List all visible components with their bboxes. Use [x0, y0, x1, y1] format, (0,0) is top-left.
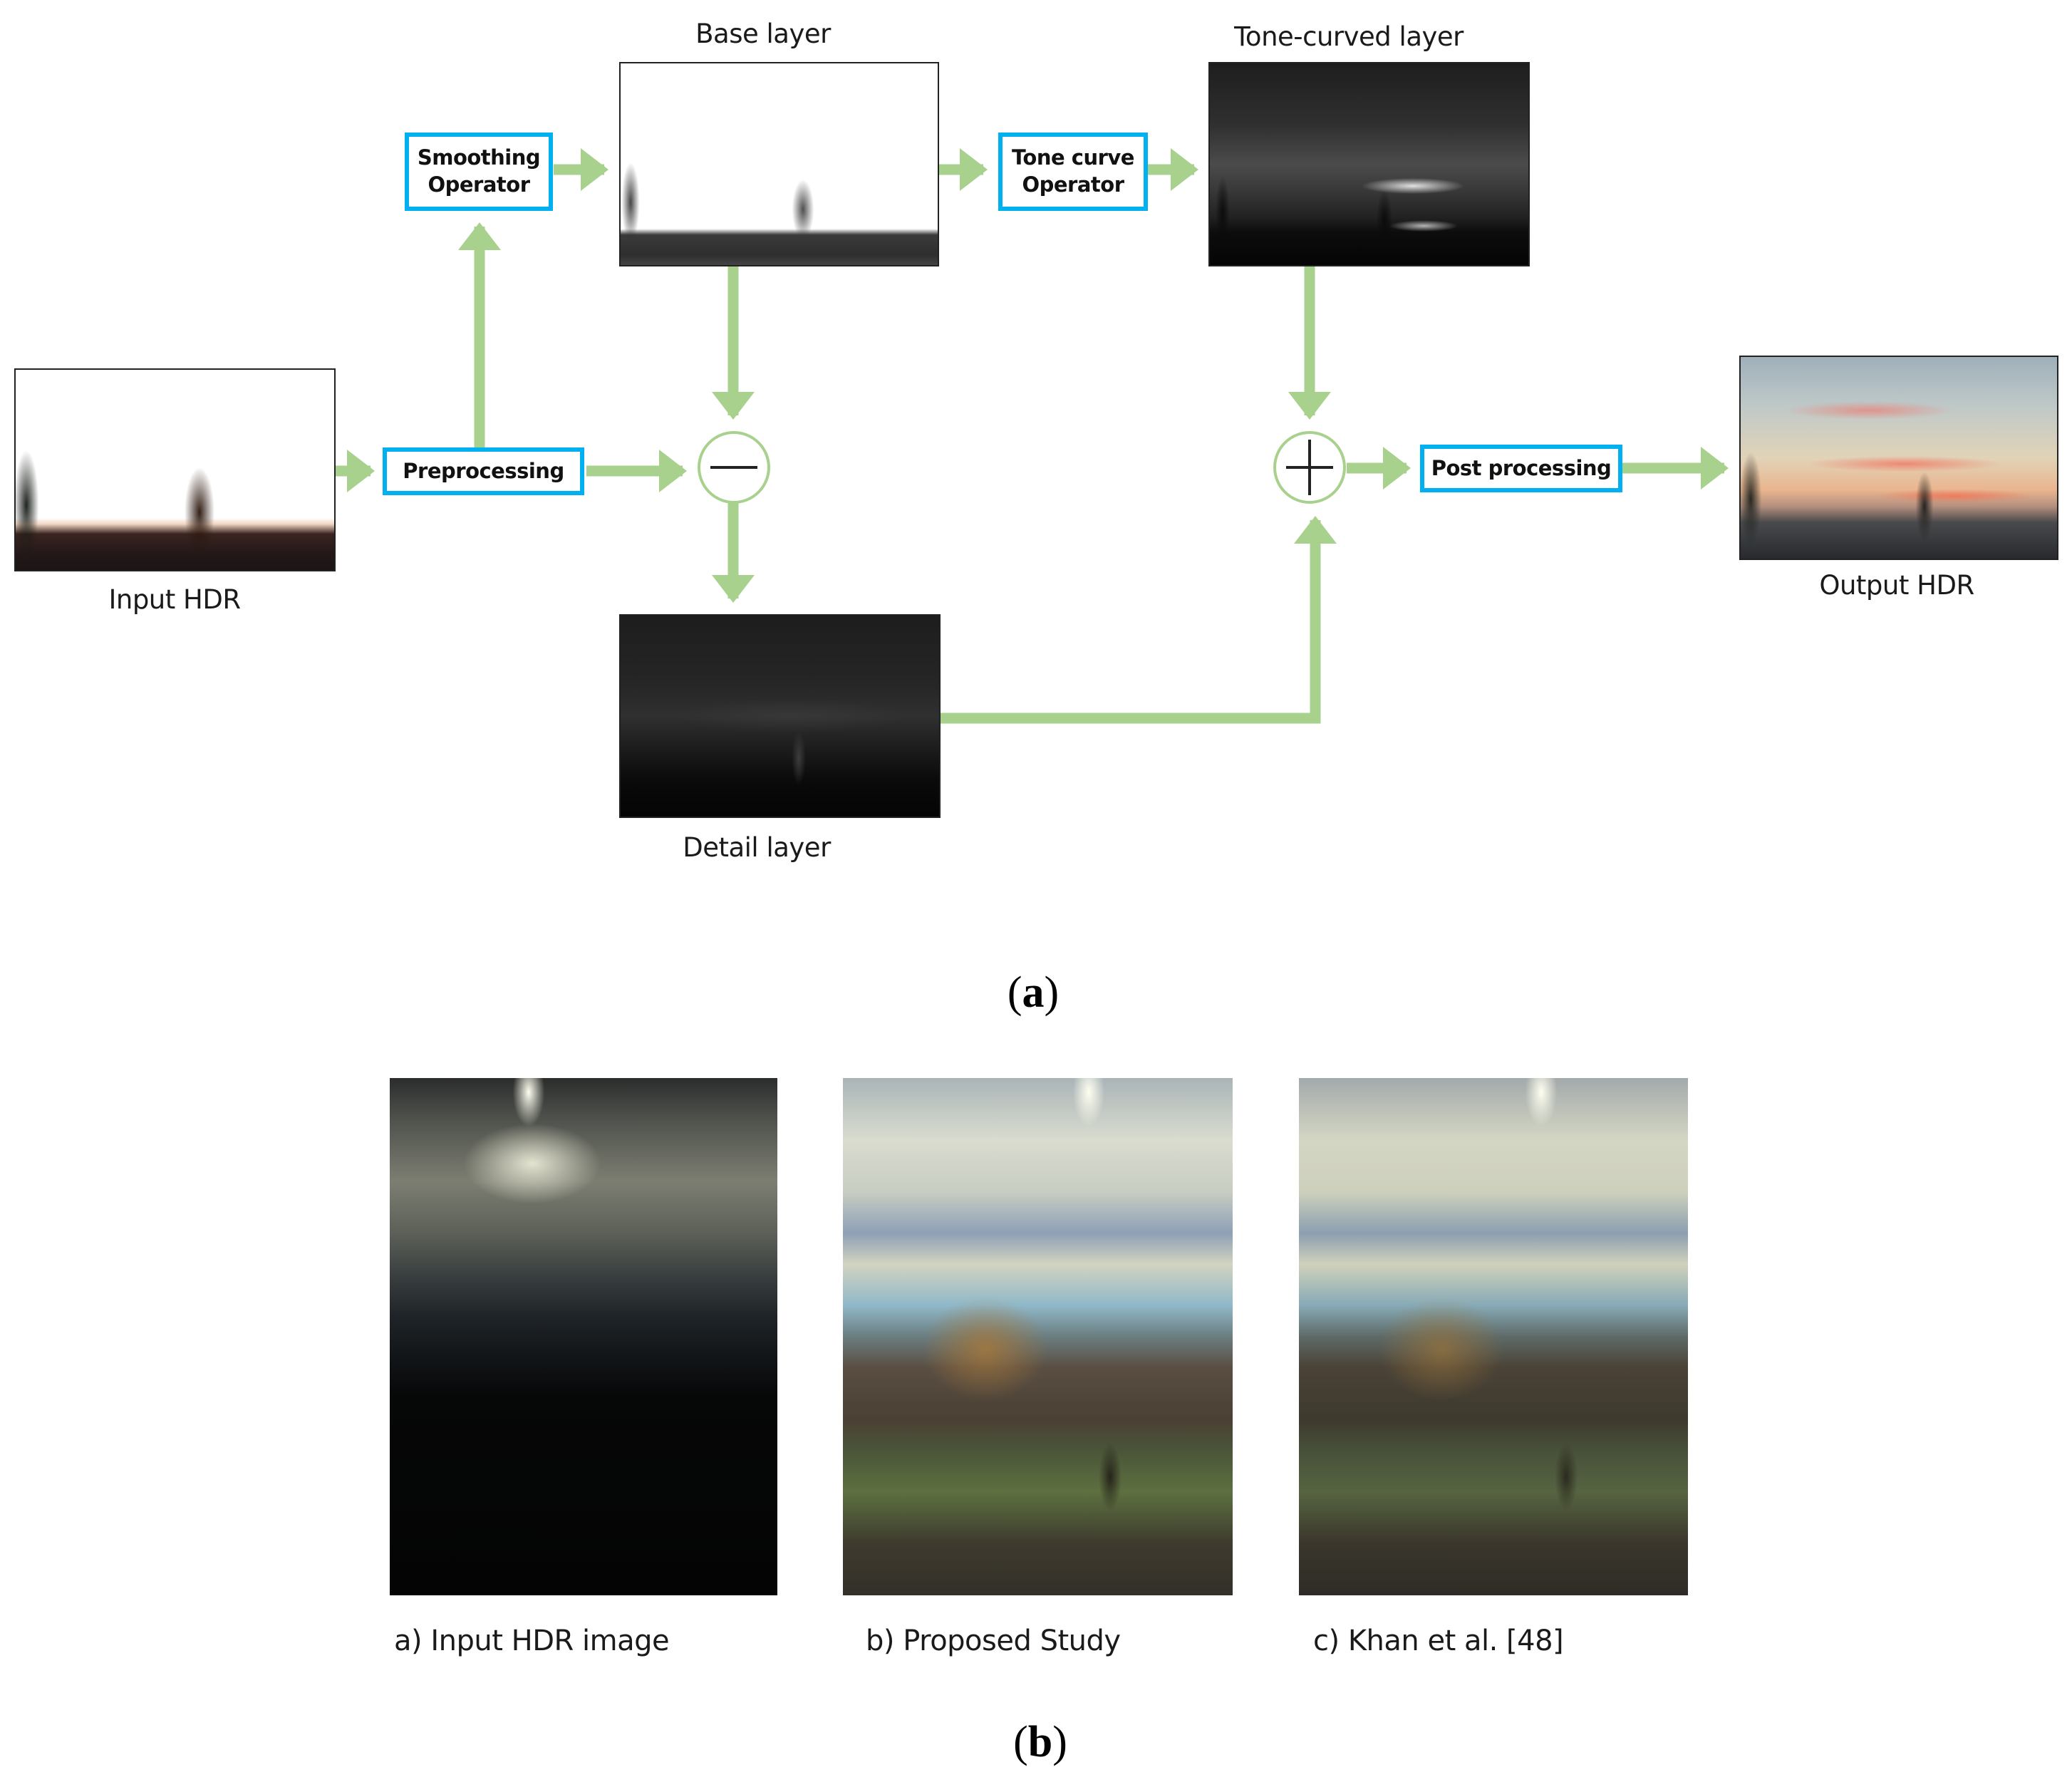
- panel-proposed-study-image: [843, 1078, 1233, 1595]
- tone-curved-layer-image: [1208, 62, 1530, 266]
- post-processing-box: Post processing: [1420, 445, 1622, 492]
- panel-proposed-study-caption: b) Proposed Study: [866, 1625, 1121, 1657]
- tone-curved-layer-label: Tone-curved layer: [1234, 21, 1464, 52]
- post-processing-label: Post processing: [1431, 455, 1612, 480]
- add-junction: [1273, 431, 1346, 504]
- smoothing-operator-box: Smoothing Operator: [405, 133, 553, 211]
- panel-khan-caption: c) Khan et al. [48]: [1313, 1625, 1564, 1657]
- input-hdr-image: [14, 368, 336, 571]
- figure-b-caption: (b): [1013, 1718, 1067, 1766]
- subtract-junction: [698, 431, 770, 504]
- tone-curve-operator-line1: Tone curve: [1012, 145, 1134, 170]
- figure-b-letter: b: [1027, 1718, 1053, 1766]
- detail-layer-label: Detail layer: [683, 832, 831, 863]
- preprocessing-box: Preprocessing: [383, 447, 584, 495]
- output-hdr-label: Output HDR: [1819, 570, 1974, 601]
- tone-curve-operator-box: Tone curve Operator: [998, 133, 1148, 211]
- tone-curve-operator-line2: Operator: [1022, 172, 1124, 197]
- figure-a-letter: a: [1022, 968, 1045, 1017]
- figure-a-caption: (a): [1007, 968, 1060, 1017]
- arrow-detail-to-add: [941, 516, 1337, 724]
- panel-input-hdr-image: [390, 1078, 777, 1595]
- detail-layer-image: [619, 614, 941, 818]
- base-layer-label: Base layer: [695, 19, 831, 49]
- input-hdr-label: Input HDR: [108, 584, 241, 615]
- smoothing-operator-line1: Smoothing: [417, 145, 541, 170]
- panel-input-hdr-caption: a) Input HDR image: [394, 1625, 670, 1657]
- preprocessing-label: Preprocessing: [403, 458, 564, 483]
- base-layer-image: [619, 62, 939, 266]
- smoothing-operator-line2: Operator: [428, 172, 530, 197]
- panel-khan-image: [1299, 1078, 1688, 1595]
- output-hdr-image: [1739, 356, 2058, 560]
